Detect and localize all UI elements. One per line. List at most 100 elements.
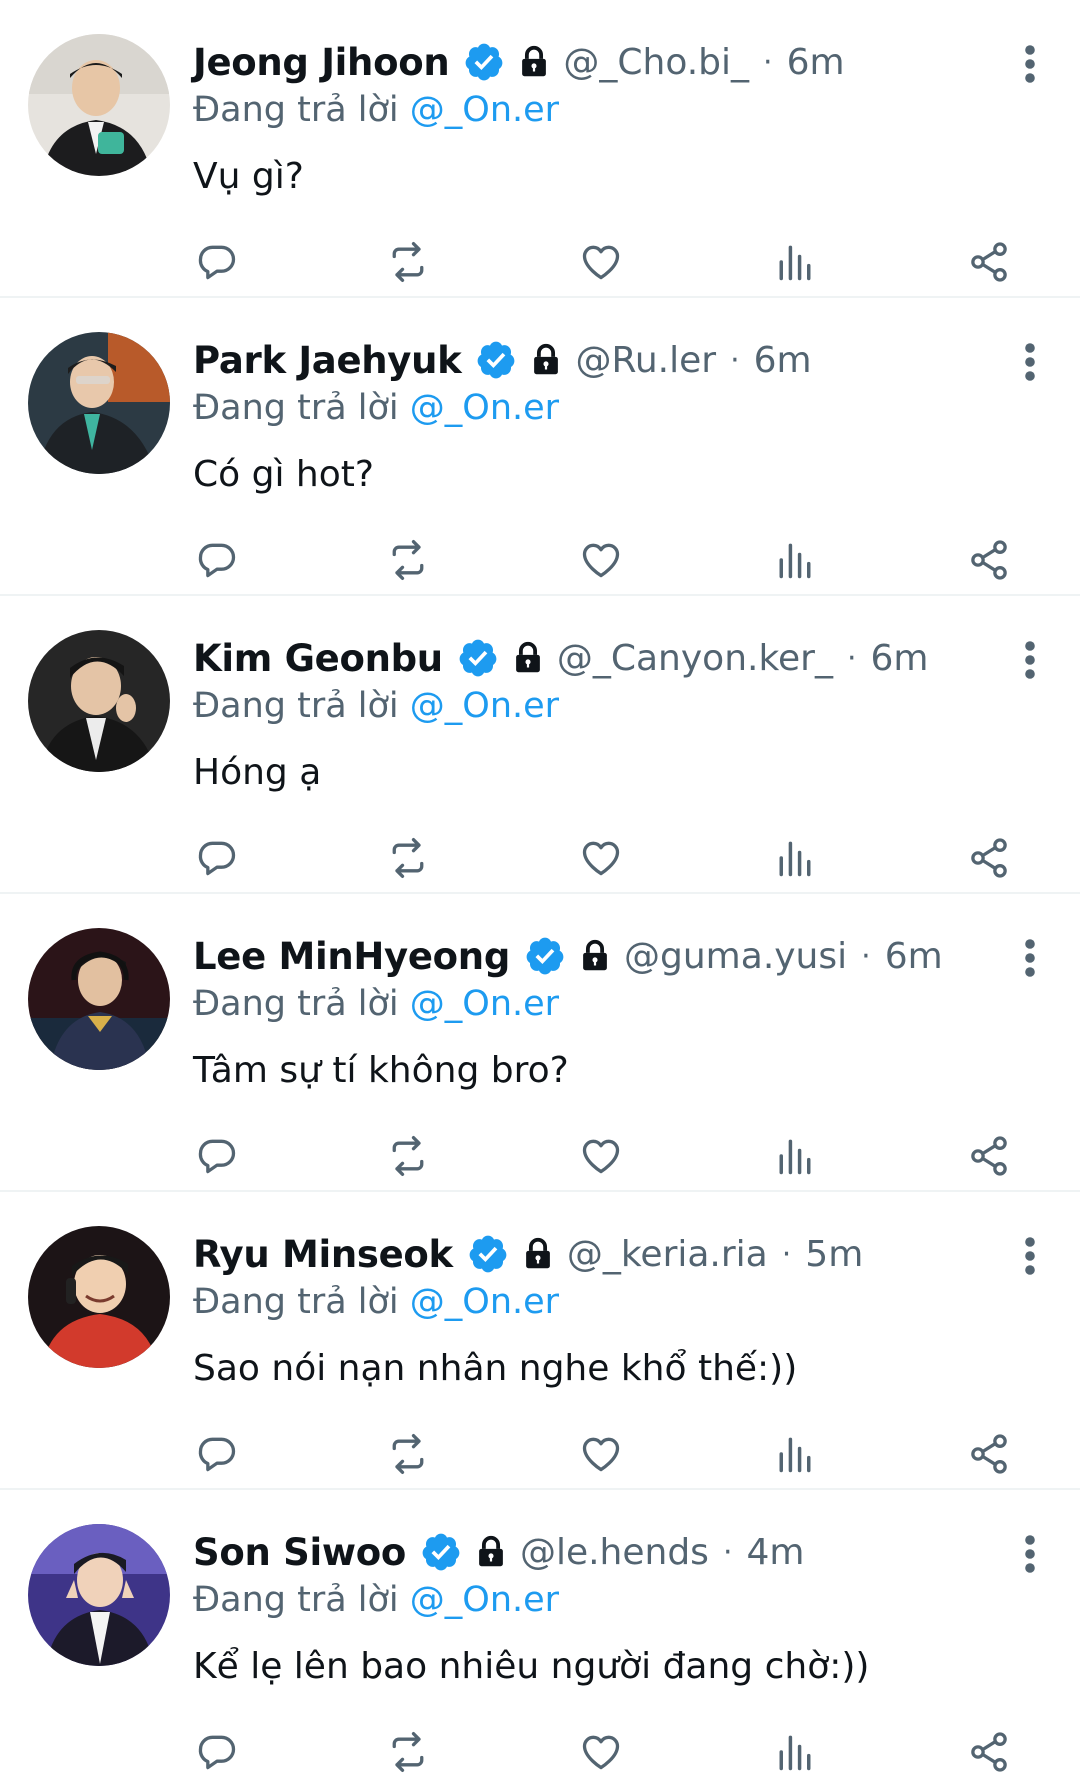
action-bar — [193, 1134, 1033, 1182]
views-button[interactable] — [773, 240, 817, 284]
username-handle[interactable]: @_Cho.bi_ — [563, 42, 749, 83]
like-button[interactable] — [579, 240, 623, 284]
display-name[interactable]: Lee MinHyeong — [193, 935, 510, 978]
display-name[interactable]: Kim Geonbu — [193, 637, 443, 680]
views-button[interactable] — [773, 1730, 817, 1774]
retweet-button[interactable] — [386, 1432, 430, 1476]
display-name[interactable]: Ryu Minseok — [193, 1233, 453, 1276]
like-button[interactable] — [579, 1134, 623, 1178]
heart-icon — [582, 1735, 620, 1770]
username-handle[interactable]: @le.hends — [520, 1532, 709, 1573]
views-icon — [779, 543, 811, 579]
tweet[interactable]: Park Jaehyuk @Ru.ler · 6m Đang trả lời @… — [0, 298, 1080, 596]
action-bar — [193, 538, 1033, 586]
timestamp[interactable]: 5m — [805, 1234, 863, 1275]
display-name[interactable]: Jeong Jihoon — [193, 41, 450, 84]
views-button[interactable] — [773, 1432, 817, 1476]
reply-icon — [198, 543, 236, 578]
more-vertical-icon[interactable] — [1018, 1534, 1042, 1574]
timestamp[interactable]: 4m — [746, 1532, 804, 1573]
retweet-icon — [392, 838, 424, 878]
reply-icon — [198, 1437, 236, 1472]
replying-to-label: Đang trả lời — [193, 388, 399, 428]
replying-to-label: Đang trả lời — [193, 686, 399, 726]
share-button[interactable] — [967, 836, 1011, 880]
retweet-button[interactable] — [386, 1134, 430, 1178]
views-icon — [779, 1139, 811, 1175]
separator-dot: · — [722, 1534, 733, 1570]
retweet-button[interactable] — [386, 240, 430, 284]
avatar[interactable] — [28, 630, 170, 772]
avatar[interactable] — [28, 1226, 170, 1368]
retweet-button[interactable] — [386, 1730, 430, 1774]
like-button[interactable] — [579, 538, 623, 582]
share-icon — [971, 540, 1007, 580]
share-icon — [971, 242, 1007, 282]
more-vertical-icon[interactable] — [1018, 44, 1042, 84]
timestamp[interactable]: 6m — [754, 340, 812, 381]
avatar[interactable] — [28, 928, 170, 1070]
more-vertical-icon[interactable] — [1018, 640, 1042, 680]
tweet[interactable]: Lee MinHyeong @guma.yusi · 6m Đang trả l… — [0, 894, 1080, 1192]
reply-button[interactable] — [195, 1730, 239, 1774]
reply-icon — [198, 841, 236, 876]
avatar[interactable] — [28, 332, 170, 474]
more-vertical-icon[interactable] — [1018, 342, 1042, 382]
protected-lock-icon — [583, 939, 607, 971]
reply-icon — [198, 1139, 236, 1174]
reply-button[interactable] — [195, 1134, 239, 1178]
timestamp[interactable]: 6m — [871, 638, 929, 679]
reply-button[interactable] — [195, 240, 239, 284]
views-button[interactable] — [773, 836, 817, 880]
username-handle[interactable]: @_Canyon.ker_ — [557, 638, 833, 679]
share-button[interactable] — [967, 538, 1011, 582]
reply-to-handle[interactable]: @_On.er — [410, 388, 559, 428]
protected-lock-icon — [515, 641, 540, 673]
action-bar — [193, 1730, 1033, 1778]
share-button[interactable] — [967, 1432, 1011, 1476]
views-button[interactable] — [773, 538, 817, 582]
username-handle[interactable]: @Ru.ler — [575, 340, 716, 381]
share-button[interactable] — [967, 1134, 1011, 1178]
tweet[interactable]: Son Siwoo @le.hends · 4m Đang trả lời @_… — [0, 1490, 1080, 1788]
tweet-header: Park Jaehyuk @Ru.ler · 6m — [193, 334, 1020, 386]
reply-to-handle[interactable]: @_On.er — [410, 90, 559, 130]
retweet-button[interactable] — [386, 538, 430, 582]
reply-to-handle[interactable]: @_On.er — [410, 1282, 559, 1322]
views-button[interactable] — [773, 1134, 817, 1178]
tweet[interactable]: Kim Geonbu @_Canyon.ker_ · 6m Đang trả l… — [0, 596, 1080, 894]
separator-dot: · — [730, 342, 740, 378]
share-icon — [971, 1732, 1007, 1772]
display-name[interactable]: Son Siwoo — [193, 1531, 406, 1574]
reply-button[interactable] — [195, 538, 239, 582]
username-handle[interactable]: @_keria.ria — [567, 1234, 768, 1275]
avatar[interactable] — [28, 34, 170, 176]
protected-lock-icon — [534, 343, 559, 375]
like-button[interactable] — [579, 1730, 623, 1774]
tweet-text: Có gì hot? — [193, 454, 374, 495]
heart-icon — [582, 1437, 620, 1472]
like-button[interactable] — [579, 836, 623, 880]
share-button[interactable] — [967, 1730, 1011, 1774]
reply-to-handle[interactable]: @_On.er — [410, 1580, 559, 1620]
more-vertical-icon[interactable] — [1018, 938, 1042, 978]
reply-icon — [198, 245, 236, 280]
reply-to-handle[interactable]: @_On.er — [410, 686, 559, 726]
reply-to-handle[interactable]: @_On.er — [410, 984, 559, 1024]
timestamp[interactable]: 6m — [787, 42, 845, 83]
tweet-text: Hóng ạ — [193, 752, 322, 793]
reply-button[interactable] — [195, 836, 239, 880]
reply-button[interactable] — [195, 1432, 239, 1476]
replying-to-label: Đang trả lời — [193, 1282, 399, 1322]
more-vertical-icon[interactable] — [1018, 1236, 1042, 1276]
tweet[interactable]: Ryu Minseok @_keria.ria · 5m Đang trả lờ… — [0, 1192, 1080, 1490]
avatar[interactable] — [28, 1524, 170, 1666]
timestamp[interactable]: 6m — [885, 936, 943, 977]
tweet[interactable]: Jeong Jihoon @_Cho.bi_ · 6m Đang trả lời… — [0, 0, 1080, 298]
username-handle[interactable]: @guma.yusi — [624, 936, 847, 977]
display-name[interactable]: Park Jaehyuk — [193, 339, 462, 382]
retweet-button[interactable] — [386, 836, 430, 880]
like-button[interactable] — [579, 1432, 623, 1476]
share-button[interactable] — [967, 240, 1011, 284]
heart-icon — [582, 543, 620, 578]
